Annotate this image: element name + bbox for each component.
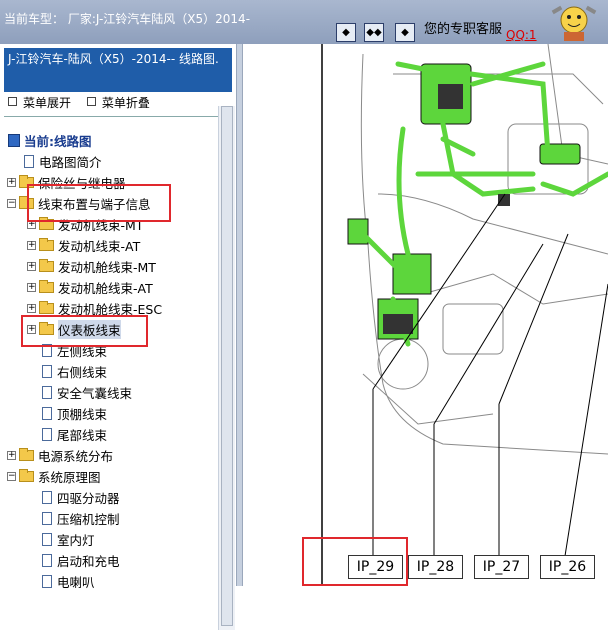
tree-label: 顶棚线束 — [57, 406, 108, 422]
fit-page-button[interactable]: ◆◆ — [364, 23, 384, 42]
document-icon — [24, 154, 34, 168]
next-page-button[interactable]: ◆ — [395, 23, 415, 42]
expand-menu-button[interactable]: 菜单展开 — [8, 96, 71, 110]
collapse-label: 菜单折叠 — [101, 96, 150, 110]
scrollbar-thumb[interactable] — [221, 106, 233, 626]
document-icon — [42, 553, 52, 567]
expand-plus-icon[interactable]: + — [27, 282, 36, 292]
expand-plus-icon[interactable]: + — [27, 240, 36, 250]
qq-contact-link[interactable]: QQ:1 — [506, 28, 537, 42]
connector-label-ip26[interactable]: IP_26 — [540, 555, 595, 579]
document-icon — [42, 364, 52, 378]
highlight-box — [21, 315, 148, 347]
book-icon — [8, 133, 20, 147]
highlight-box — [302, 537, 408, 586]
divider — [4, 116, 232, 117]
document-icon — [42, 511, 52, 525]
tree-label: 安全气囊线束 — [57, 385, 133, 401]
document-icon — [42, 427, 52, 441]
document-icon — [42, 490, 52, 504]
tree-item-horn[interactable]: 电喇叭 — [42, 572, 95, 590]
folder-icon — [39, 258, 54, 272]
tree-item-right-harness[interactable]: 右侧线束 — [42, 362, 107, 380]
tree-item-compressor[interactable]: 压缩机控制 — [42, 509, 120, 527]
prev-page-button[interactable]: ◆ — [336, 23, 356, 42]
connector-label-ip28[interactable]: IP_28 — [408, 555, 463, 579]
folder-icon — [19, 447, 34, 461]
connector-label-ip27[interactable]: IP_27 — [474, 555, 529, 579]
expand-label: 菜单展开 — [23, 96, 72, 110]
tree-item-4wd[interactable]: 四驱分动器 — [42, 488, 120, 506]
menu-controls: 菜单展开 菜单折叠 — [8, 94, 150, 111]
current-vehicle-title: 当前车型： 厂家:J-江铃汽车陆风（X5）2014- — [4, 12, 251, 26]
document-icon — [42, 406, 52, 420]
square-icon — [8, 97, 17, 106]
wiring-diagram-view[interactable]: IP_29 IP_28 IP_27 IP_26 — [243, 43, 608, 586]
expand-plus-icon[interactable]: + — [27, 261, 36, 271]
customer-service-label: 您的专职客服 — [424, 22, 503, 37]
tree-item-airbag-harness[interactable]: 安全气囊线束 — [42, 383, 132, 401]
diamond-icon: ◆ — [401, 26, 409, 38]
tree-item-rear-harness[interactable]: 尾部线束 — [42, 425, 107, 443]
tree-scrollbar[interactable] — [218, 106, 235, 630]
folder-icon — [39, 300, 54, 314]
top-toolbar: 当前车型： 厂家:J-江铃汽车陆风（X5）2014- ◆ ◆◆ ◆ 您的专职客服… — [0, 0, 608, 44]
navigation-panel: J-江铃汽车-陆风（X5）-2014-- 线路图. 菜单展开 菜单折叠 当前:线… — [0, 44, 236, 630]
tree-label: 右侧线束 — [57, 364, 108, 380]
tree-label: 室内灯 — [57, 532, 95, 548]
tree-folder-schematics[interactable]: − 系统原理图 — [7, 467, 101, 485]
tree-label: 系统原理图 — [38, 469, 101, 485]
folder-open-icon — [19, 468, 34, 482]
tree-label: 尾部线束 — [57, 427, 108, 443]
expand-plus-icon[interactable]: + — [27, 303, 36, 313]
tree-label: 发动机舱线束-MT — [58, 259, 156, 275]
collapse-minus-icon[interactable]: − — [7, 471, 16, 481]
harness-drawing — [321, 43, 608, 586]
expand-plus-icon[interactable]: + — [7, 450, 16, 460]
tree-label: 电喇叭 — [57, 574, 95, 590]
square-icon — [86, 97, 96, 106]
collapse-menu-button[interactable]: 菜单折叠 — [86, 96, 150, 110]
tree-item-interior-light[interactable]: 室内灯 — [42, 530, 95, 548]
folder-icon — [39, 237, 54, 251]
tree-item-starting-charging[interactable]: 启动和充电 — [42, 551, 120, 569]
tree-label: 四驱分动器 — [57, 490, 120, 506]
tree-label: 发动机线束-AT — [58, 238, 141, 254]
tree-root[interactable]: 当前:线路图 — [8, 131, 92, 149]
tree-label: 发动机舱线束-AT — [58, 280, 153, 296]
tree-label: 电源系统分布 — [38, 448, 114, 464]
panel-splitter[interactable] — [236, 44, 243, 586]
tree-label: 启动和充电 — [57, 553, 120, 569]
document-icon — [42, 532, 52, 546]
tree-folder-engine-bay-at[interactable]: + 发动机舱线束-AT — [27, 278, 153, 296]
document-icon — [42, 385, 52, 399]
collapse-minus-icon[interactable]: − — [7, 198, 16, 208]
tree-folder-engine-at[interactable]: + 发动机线束-AT — [27, 236, 140, 254]
double-diamond-icon: ◆◆ — [366, 26, 382, 38]
expand-plus-icon[interactable]: + — [7, 177, 16, 187]
tree-item-intro[interactable]: 电路图简介 — [24, 152, 102, 170]
folder-icon — [39, 279, 54, 293]
tree-folder-power[interactable]: + 电源系统分布 — [7, 446, 113, 464]
vehicle-heading: J-江铃汽车-陆风（X5）-2014-- 线路图. — [4, 48, 232, 92]
tree-item-roof-harness[interactable]: 顶棚线束 — [42, 404, 107, 422]
tree-label: 压缩机控制 — [57, 511, 120, 527]
highlight-box — [27, 184, 171, 222]
mascot-logo-icon — [551, 5, 597, 41]
tree-label: 电路图简介 — [39, 154, 102, 170]
diamond-icon: ◆ — [342, 26, 350, 38]
tree-folder-engine-bay-mt[interactable]: + 发动机舱线束-MT — [27, 257, 156, 275]
tree-label: 当前:线路图 — [24, 133, 92, 149]
